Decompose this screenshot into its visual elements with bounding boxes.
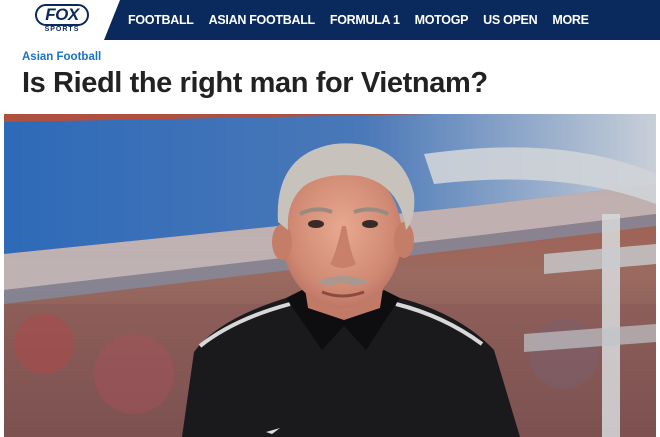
nav-item-formula-1[interactable]: FORMULA 1: [330, 13, 400, 27]
logo-fox-text: FOX: [35, 4, 89, 26]
hero-photo: [4, 114, 656, 437]
nav-item-asian-football[interactable]: ASIAN FOOTBALL: [209, 13, 316, 27]
fox-sports-logo[interactable]: FOX SPORTS: [35, 4, 89, 36]
top-navigation-bar: FOX SPORTS FOOTBALL ASIAN FOOTBALL FORMU…: [0, 0, 660, 40]
nav-item-football[interactable]: FOOTBALL: [128, 13, 194, 27]
nav-item-more[interactable]: MORE: [552, 13, 589, 27]
nav-item-motogp[interactable]: MOTOGP: [415, 13, 469, 27]
article-category-link[interactable]: Asian Football: [22, 51, 101, 63]
logo-sports-text: SPORTS: [44, 26, 80, 33]
main-nav: FOOTBALL ASIAN FOOTBALL FORMULA 1 MOTOGP…: [128, 0, 589, 40]
nav-item-us-open[interactable]: US OPEN: [483, 13, 537, 27]
article-headline: Is Riedl the right man for Vietnam?: [22, 67, 488, 99]
hero-photo-illustration: [4, 114, 656, 437]
